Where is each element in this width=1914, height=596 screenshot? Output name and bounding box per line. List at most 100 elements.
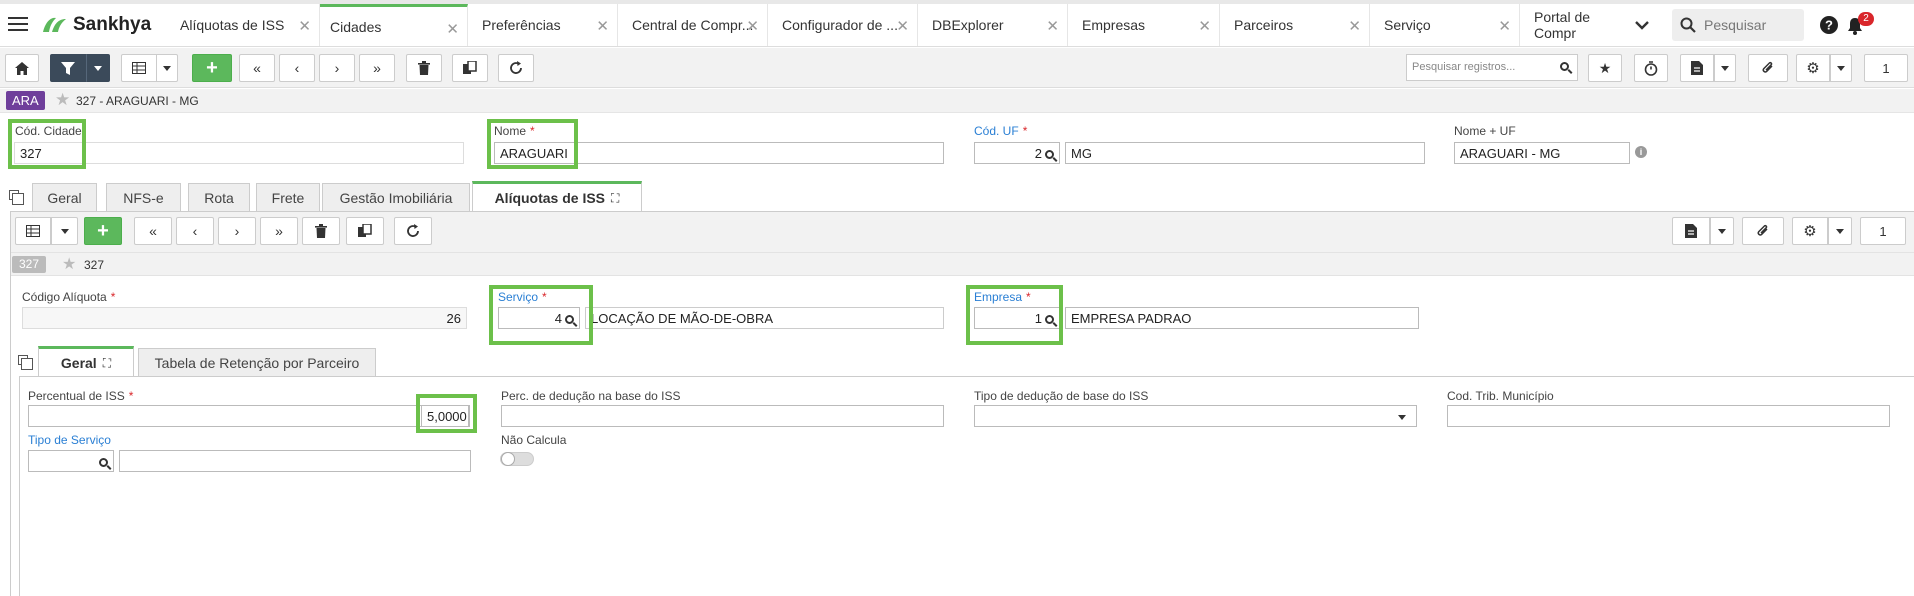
inner-tab-geral[interactable]: Geral ⛶ [38,346,134,377]
inner-tab-tabela-retencao[interactable]: Tabela de Retenção por Parceiro [138,348,376,376]
form-tab-rota[interactable]: Rota [188,183,250,211]
servico-label[interactable]: Serviço * [498,290,547,304]
tab-cidades[interactable]: Cidades ✕ [320,4,468,46]
tab-dbexplorer[interactable]: DBExplorer ✕ [918,4,1068,46]
report-dropdown[interactable] [1714,54,1736,82]
cod-uf-label[interactable]: Cód. UF * [974,124,1027,138]
expand-icon[interactable]: ⛶ [611,191,619,206]
detail-settings-button[interactable]: ⚙ [1792,217,1828,245]
codigo-aliquota-label: Código Alíquota * [22,290,116,304]
detail-settings-dropdown[interactable] [1828,217,1852,245]
detail-report-dropdown[interactable] [1710,217,1734,245]
close-icon[interactable]: ✕ [446,20,459,38]
tab-preferencias[interactable]: Preferências ✕ [468,4,618,46]
prev-record-button[interactable]: ‹ [279,54,315,82]
close-icon[interactable]: ✕ [1046,17,1059,35]
nao-calcula-toggle[interactable] [500,452,534,466]
last-record-button[interactable]: » [359,54,395,82]
cod-uf-field[interactable]: 2 [974,142,1060,164]
chevron-down-icon[interactable] [1635,20,1649,30]
cod-cidade-field[interactable]: 327 [14,142,464,164]
search-icon[interactable] [99,458,108,467]
tab-configurador[interactable]: Configurador de ... ✕ [768,4,918,46]
detail-grid-view-button[interactable] [15,217,51,245]
add-button[interactable]: + [192,54,232,82]
tab-aliquotas-iss[interactable]: Alíquotas de ISS ✕ [166,4,320,46]
detail-view-dropdown[interactable] [51,217,78,245]
app-name: Sankhya [73,14,152,35]
form-tab-geral[interactable]: Geral [32,183,97,211]
detail-add-button[interactable]: + [84,217,122,245]
star-icon[interactable]: ★ [55,90,70,110]
detail-record-badge: 327 [12,256,47,273]
timer-button[interactable] [1634,54,1668,82]
grid-view-button[interactable] [121,54,157,82]
expand-icon[interactable]: ⛶ [103,356,111,371]
delete-button[interactable] [406,54,442,82]
close-icon[interactable]: ✕ [746,17,759,35]
double-chevron-left-icon: « [149,223,157,239]
page-number[interactable]: 1 [1864,54,1908,82]
refresh-button[interactable] [498,54,534,82]
tab-parceiros[interactable]: Parceiros ✕ [1220,4,1370,46]
settings-button[interactable]: ⚙ [1796,54,1830,82]
detail-page-number[interactable]: 1 [1860,217,1906,245]
search-icon[interactable] [1045,150,1054,159]
detail-last-button[interactable]: » [260,217,298,245]
close-icon[interactable]: ✕ [1348,17,1361,35]
attach-button[interactable] [1748,54,1788,82]
percentual-iss-field[interactable]: 5,0000 [421,405,469,427]
info-icon[interactable]: i [1635,146,1647,158]
detail-refresh-button[interactable] [394,217,432,245]
form-tab-gestao-imobiliaria[interactable]: Gestão Imobiliária [322,183,470,211]
cod-trib-municipio-field[interactable] [1447,405,1890,427]
empresa-code-field[interactable]: 1 [974,307,1060,329]
copy-icon[interactable] [18,355,33,370]
search-icon[interactable] [1045,315,1054,324]
tipo-deducao-select[interactable] [974,405,1417,427]
next-record-button[interactable]: › [319,54,355,82]
empresa-label[interactable]: Empresa * [974,290,1031,304]
perc-deducao-field[interactable] [501,405,944,427]
form-tab-nfse[interactable]: NFS-e [106,183,181,211]
report-button[interactable] [1680,54,1714,82]
help-icon[interactable]: ? [1820,16,1838,34]
tab-empresas[interactable]: Empresas ✕ [1068,4,1220,46]
close-icon[interactable]: ✕ [1198,17,1211,35]
close-icon[interactable]: ✕ [298,17,311,35]
copy-icon[interactable] [9,190,24,205]
tab-portal-compras[interactable]: Portal de Compr [1520,4,1634,46]
tipo-servico-label[interactable]: Tipo de Serviço [28,433,111,447]
detail-delete-button[interactable] [302,217,340,245]
detail-next-button[interactable]: › [218,217,256,245]
close-icon[interactable]: ✕ [1498,17,1511,35]
filter-button[interactable] [50,54,86,82]
view-dropdown[interactable] [156,54,178,82]
search-icon[interactable] [565,315,574,324]
global-search[interactable]: Pesquisar [1672,9,1804,41]
star-icon[interactable]: ★ [62,254,76,274]
detail-report-button[interactable] [1672,217,1710,245]
home-button[interactable] [5,54,39,82]
tipo-servico-code-field[interactable] [28,450,114,472]
favorite-button[interactable]: ★ [1588,54,1622,82]
detail-attach-button[interactable] [1742,217,1784,245]
close-icon[interactable]: ✕ [596,17,609,35]
form-tab-aliquotas-iss[interactable]: Alíquotas de ISS ⛶ [472,181,642,212]
servico-code-field[interactable]: 4 [498,307,580,329]
duplicate-button[interactable] [452,54,488,82]
nome-field[interactable]: ARAGUARI [494,142,944,164]
detail-duplicate-button[interactable] [346,217,384,245]
menu-icon[interactable] [8,17,28,32]
form-tab-frete[interactable]: Frete [256,183,320,211]
settings-dropdown[interactable] [1830,54,1852,82]
close-icon[interactable]: ✕ [896,17,909,35]
tab-servico[interactable]: Serviço ✕ [1370,4,1520,46]
detail-first-button[interactable]: « [134,217,172,245]
tab-central-compras[interactable]: Central de Compr... ✕ [618,4,768,46]
filter-dropdown[interactable] [86,54,110,82]
detail-prev-button[interactable]: ‹ [176,217,214,245]
search-records-input[interactable]: Pesquisar registros... [1406,54,1578,81]
chevron-left-icon: ‹ [294,60,300,76]
first-record-button[interactable]: « [239,54,275,82]
